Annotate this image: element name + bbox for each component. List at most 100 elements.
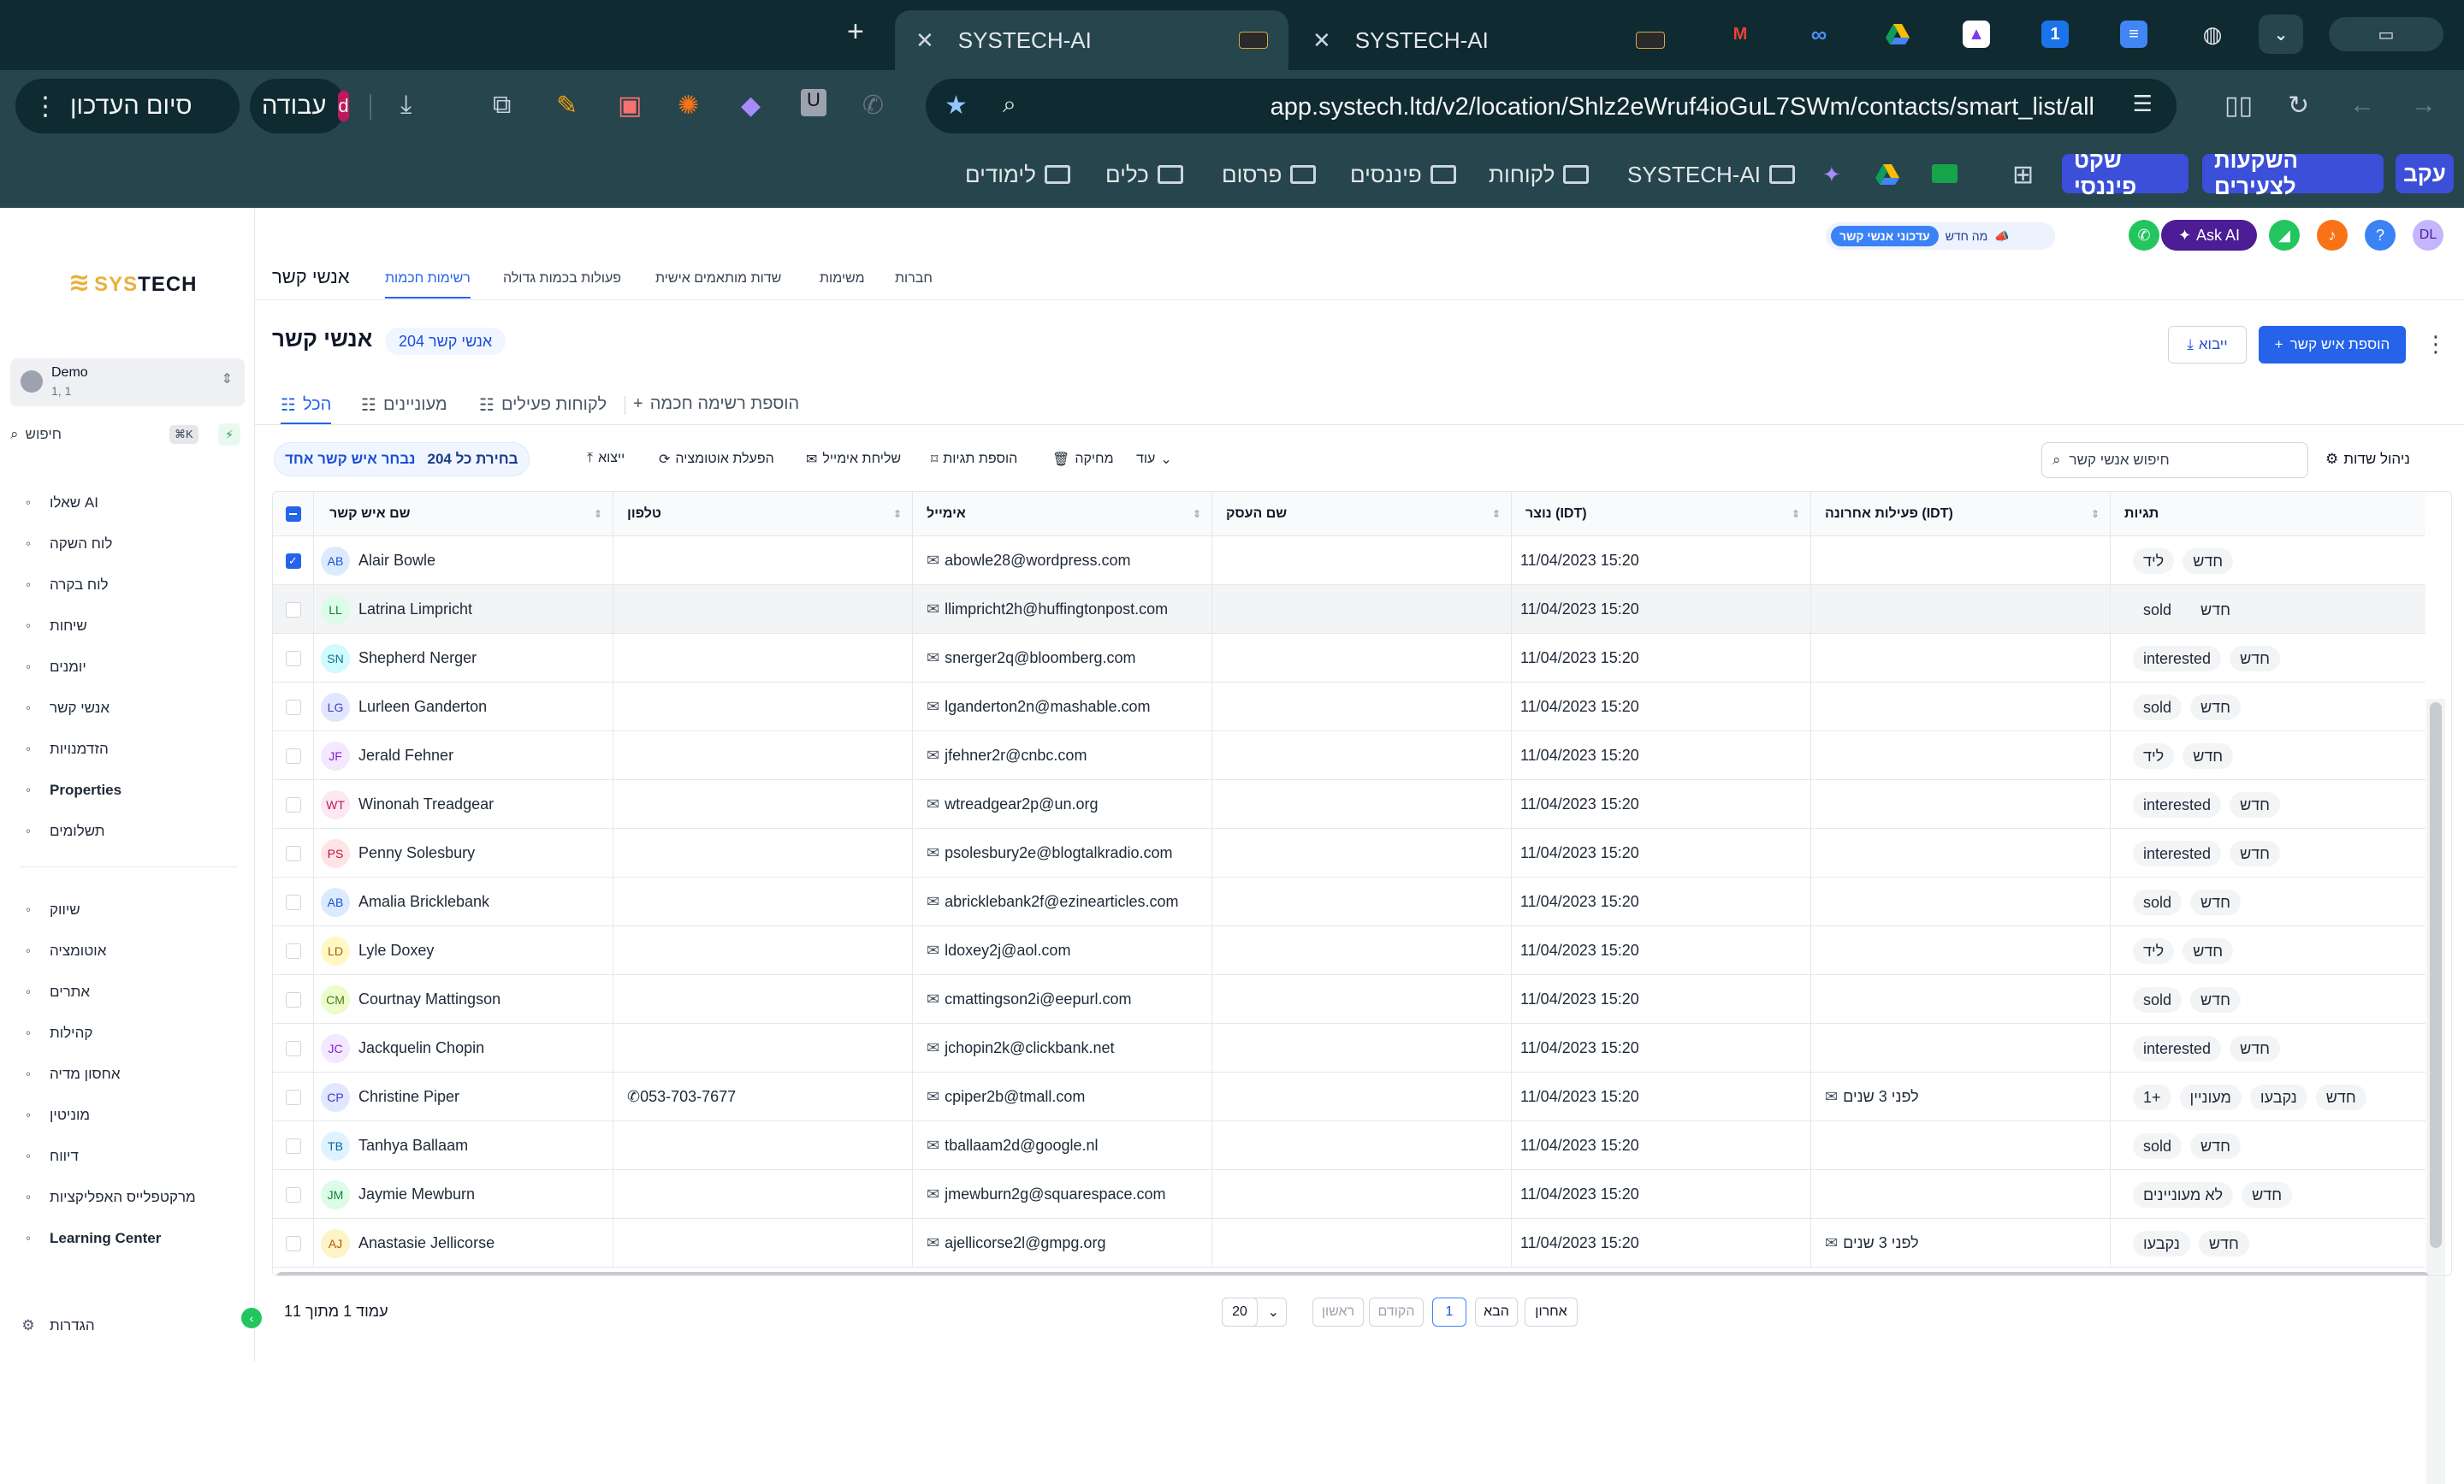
manage-fields-button[interactable]: ⚙ ניהול שדות <box>2325 451 2410 468</box>
ask-ai-button[interactable]: ✦ Ask AI <box>2161 220 2257 251</box>
table-row[interactable]: LD Lyle Doxey ✉ ldoxey2j@aol.com 11/04/2023 … <box>273 926 2426 975</box>
contact-name-cell[interactable]: CP Christine Piper <box>314 1073 613 1121</box>
tag-chip[interactable]: חדש <box>2230 840 2281 866</box>
contact-name[interactable]: Winonah Treadgear <box>358 795 494 813</box>
email-value[interactable]: cpiper2b@tmall.com <box>945 1088 1085 1106</box>
phone-cell[interactable] <box>613 780 913 829</box>
sidebar-item[interactable]: ◦ מרקטפלייס האפליקציות <box>19 1185 196 1210</box>
contact-name-cell[interactable]: LL Latrina Limpricht <box>314 585 613 634</box>
phone-cell[interactable] <box>613 585 913 634</box>
phone-cell[interactable] <box>613 536 913 585</box>
phone-cell[interactable] <box>613 1219 913 1268</box>
col-name[interactable]: שם איש קשר ⇕ <box>314 492 613 536</box>
contacts-search-input[interactable]: ⌕ חיפוש אנשי קשר <box>2041 442 2308 478</box>
tag-chip[interactable]: חדש <box>2242 1181 2293 1208</box>
table-row[interactable]: PS Penny Solesbury ✉ psolesbury2e@blogtalkr… <box>273 829 2426 878</box>
table-row[interactable]: JC Jackquelin Chopin ✉ jchopin2k@clickbank.… <box>273 1024 2426 1073</box>
reload-icon[interactable]: ↻ <box>2288 91 2309 121</box>
contact-name-cell[interactable]: PS Penny Solesbury <box>314 829 613 878</box>
close-tab-icon[interactable]: ✕ <box>915 27 934 54</box>
zoom-icon[interactable]: ⌕ <box>1003 91 1016 119</box>
contact-name-cell[interactable]: LG Lurleen Ganderton <box>314 683 613 731</box>
bell-icon[interactable]: ♪ <box>2317 220 2348 251</box>
table-row[interactable]: ✓ AB Alair Bowle ✉ abowle28@wordpress.com 11/… <box>273 536 2426 585</box>
next-page-button[interactable]: הבא <box>1475 1298 1518 1327</box>
email-cell[interactable]: ✉ ldoxey2j@aol.com <box>913 926 1212 975</box>
crystal-extension-icon[interactable]: ◆ <box>741 91 761 121</box>
phone-cell[interactable] <box>613 683 913 731</box>
tag-chip[interactable]: חדש <box>2190 596 2241 623</box>
tag-chip[interactable]: חדש <box>2190 986 2241 1013</box>
tag-chip[interactable]: נקבעו <box>2249 1084 2307 1110</box>
email-value[interactable]: jmewburn2g@squarespace.com <box>945 1185 1165 1203</box>
contact-name-cell[interactable]: AJ Anastasie Jellicorse <box>314 1219 613 1268</box>
email-value[interactable]: ajellicorse2l@gmpg.org <box>945 1234 1105 1252</box>
tag-chip[interactable]: sold <box>2133 1132 2183 1159</box>
tab-custom-fields[interactable]: שדות מותאמים אישית <box>655 271 781 287</box>
u-extension-icon[interactable]: U <box>801 89 826 116</box>
row-checkbox[interactable] <box>273 1024 314 1073</box>
email-value[interactable]: psolesbury2e@blogtalkradio.com <box>945 844 1172 862</box>
tab-contacts[interactable]: אנשי קשר <box>272 266 350 288</box>
new-tab-button[interactable]: + <box>847 15 864 49</box>
back-icon[interactable]: ← <box>2349 91 2375 120</box>
contact-name-cell[interactable]: SN Shepherd Nerger <box>314 634 613 683</box>
phone-cell[interactable] <box>613 1170 913 1219</box>
email-cell[interactable]: ✉ abricklebank2f@ezinearticles.com <box>913 878 1212 926</box>
email-value[interactable]: jchopin2k@clickbank.net <box>945 1039 1114 1057</box>
phone-value[interactable]: 053-703-7677 <box>640 1088 736 1106</box>
email-value[interactable]: jfehner2r@cnbc.com <box>945 747 1087 765</box>
tag-chip[interactable]: sold <box>2133 694 2183 720</box>
list-tab-active-clients[interactable]: ☷ לקוחות פעילים <box>479 394 607 416</box>
tag-chip[interactable]: interested <box>2133 791 2222 818</box>
row-checkbox[interactable] <box>273 780 314 829</box>
contact-name[interactable]: Alair Bowle <box>358 552 435 570</box>
tag-chip[interactable]: +1 <box>2133 1084 2171 1110</box>
screenshot-extension-icon[interactable]: ▣ <box>618 91 642 121</box>
table-row[interactable]: CM Courtnay Mattingson ✉ cmattingson2i@eepu… <box>273 975 2426 1024</box>
email-cell[interactable]: ✉ jfehner2r@cnbc.com <box>913 731 1212 780</box>
sidebar-item[interactable]: ◦ שאלו AI <box>19 490 98 516</box>
drive-bookmark-icon[interactable] <box>1875 156 1899 193</box>
first-page-button[interactable]: ראשון <box>1312 1298 1364 1327</box>
table-row[interactable]: LG Lurleen Ganderton ✉ lganderton2n@mashabl… <box>273 683 2426 731</box>
email-cell[interactable]: ✉ abowle28@wordpress.com <box>913 536 1212 585</box>
phone-cell[interactable] <box>613 634 913 683</box>
email-cell[interactable]: ✉ wtreadgear2p@un.org <box>913 780 1212 829</box>
email-cell[interactable]: ✉ llimpricht2h@huffingtonpost.com <box>913 585 1212 634</box>
email-value[interactable]: abowle28@wordpress.com <box>945 552 1130 570</box>
row-checkbox[interactable] <box>273 1170 314 1219</box>
bookmark-folder[interactable]: כלים <box>1105 156 1183 193</box>
col-tags[interactable]: תגיות <box>2111 492 2426 536</box>
horizontal-scrollbar[interactable] <box>276 1272 2429 1275</box>
row-checkbox[interactable] <box>273 634 314 683</box>
row-checkbox[interactable] <box>273 829 314 878</box>
contact-name[interactable]: Shepherd Nerger <box>358 649 477 667</box>
row-checkbox[interactable]: ✓ <box>273 536 314 585</box>
select-all-checkbox[interactable] <box>273 492 314 536</box>
import-button[interactable]: ⤓ ייבוא <box>2168 326 2247 364</box>
email-cell[interactable]: ✉ lganderton2n@mashable.com <box>913 683 1212 731</box>
reading-mode-icon[interactable]: ▯▯ <box>2224 91 2253 121</box>
sidebar-item[interactable]: ◦ דיווח <box>19 1144 79 1169</box>
email-cell[interactable]: ✉ cpiper2b@tmall.com <box>913 1073 1212 1121</box>
contact-name[interactable]: Anastasie Jellicorse <box>358 1234 495 1252</box>
finish-update-button[interactable]: ⋮ סיום העדכון <box>15 79 240 133</box>
phone-cell[interactable] <box>613 731 913 780</box>
row-checkbox[interactable] <box>273 585 314 634</box>
extensions-icon[interactable]: ⧉ <box>493 91 511 120</box>
tag-chip[interactable]: חדש <box>2183 742 2234 769</box>
prev-page-button[interactable]: הקודם <box>1369 1298 1424 1327</box>
tag-chip[interactable]: חדש <box>2183 547 2234 574</box>
list-tab-interested[interactable]: ☷ מעוניינים <box>361 394 447 416</box>
col-last-activity[interactable]: פעילות אחרונה (IDT) ⇕ <box>1811 492 2111 536</box>
contact-name[interactable]: Jackquelin Chopin <box>358 1039 484 1057</box>
phone-cell[interactable] <box>613 878 913 926</box>
row-checkbox[interactable] <box>273 926 314 975</box>
sidebar-item[interactable]: ◦ יומנים <box>19 654 86 680</box>
sidebar-item[interactable]: ◦ אנשי קשר <box>19 695 110 721</box>
docs-icon[interactable]: ≡ <box>2120 21 2147 48</box>
row-checkbox[interactable] <box>273 1121 314 1170</box>
contact-name[interactable]: Lyle Doxey <box>358 942 434 960</box>
download-icon[interactable]: ⤓ <box>400 91 412 120</box>
